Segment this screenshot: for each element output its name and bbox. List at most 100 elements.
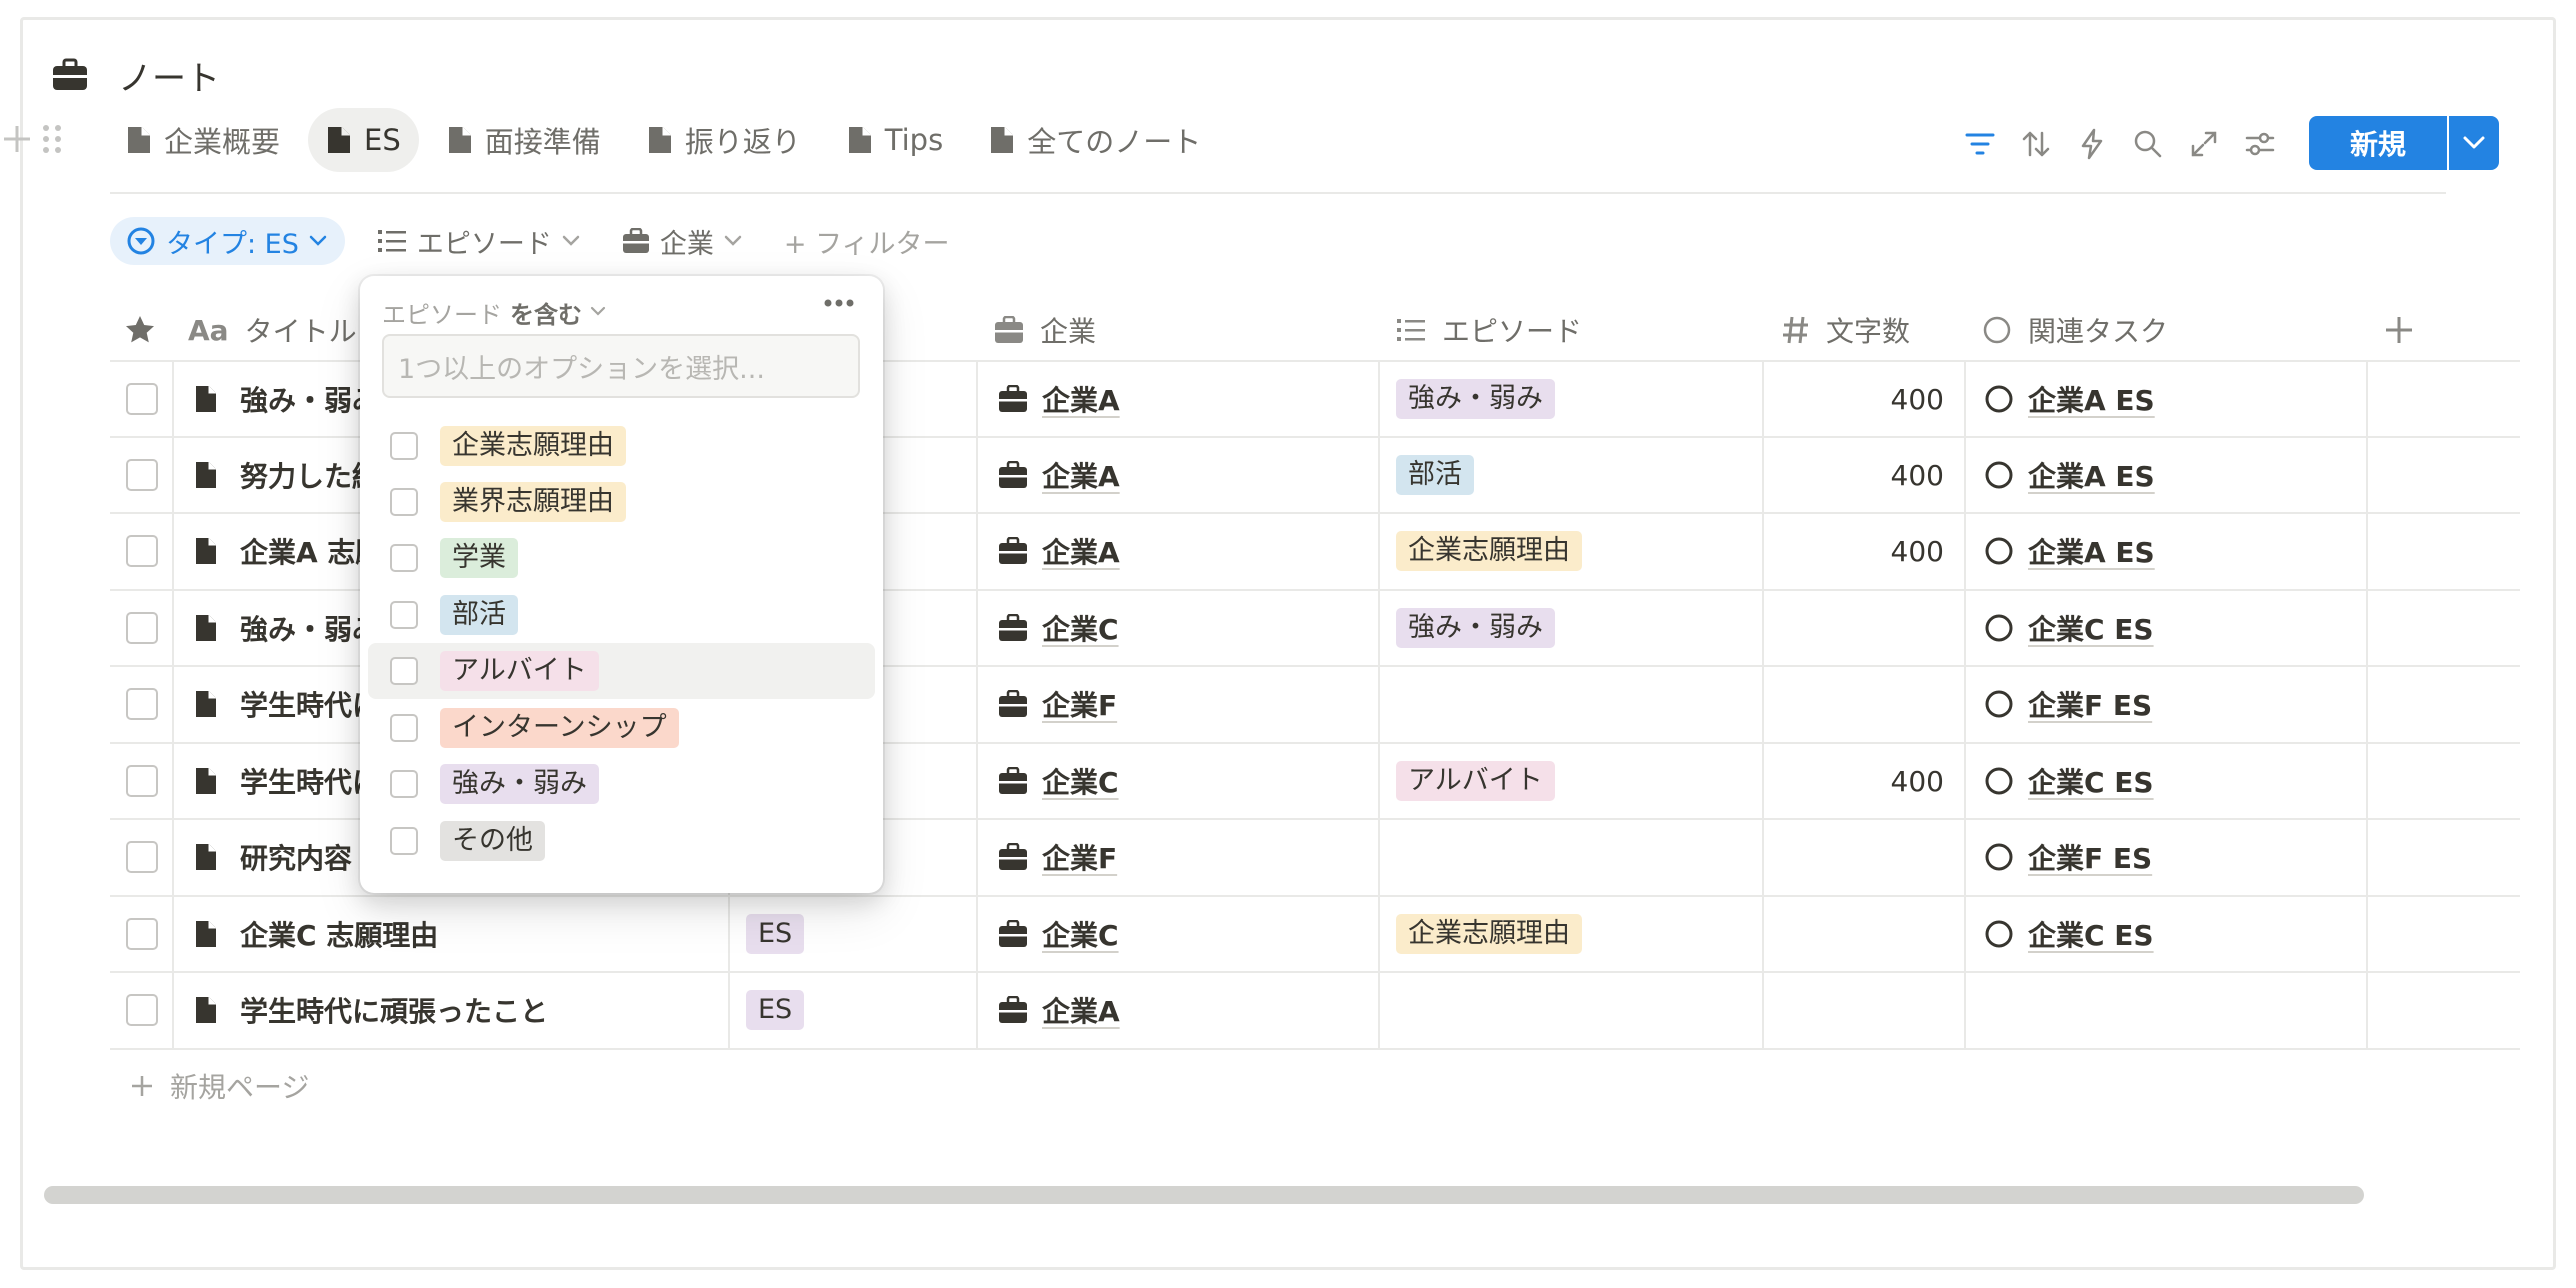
option-checkbox[interactable] xyxy=(390,714,418,742)
column-header-episode[interactable]: エピソード xyxy=(1396,300,1582,360)
company-link[interactable]: 企業A xyxy=(1042,455,1120,495)
column-header-task[interactable]: 関連タスク xyxy=(1982,300,2168,360)
row-type-cell[interactable]: ES xyxy=(746,972,805,1048)
option-item[interactable]: アルバイト xyxy=(368,643,875,699)
company-link[interactable]: 企業C xyxy=(1042,608,1119,648)
filter-chip-episode[interactable]: エピソード xyxy=(367,217,590,265)
option-checkbox[interactable] xyxy=(390,657,418,685)
tab-reflection[interactable]: 振り返り xyxy=(629,108,819,172)
row-chars-cell[interactable]: 400 xyxy=(1764,437,1944,513)
filter-button[interactable] xyxy=(1962,126,1998,162)
row-task-cell[interactable]: 企業F ES xyxy=(1984,666,2152,742)
task-link[interactable]: 企業F ES xyxy=(2028,837,2152,877)
option-item[interactable]: その他 xyxy=(368,813,875,869)
row-checkbox[interactable] xyxy=(126,612,158,644)
add-filter-button[interactable]: + フィルター xyxy=(774,217,960,265)
search-button[interactable] xyxy=(2130,126,2166,162)
expand-button[interactable] xyxy=(2186,126,2222,162)
option-checkbox[interactable] xyxy=(390,827,418,855)
row-episode-cell[interactable]: 強み・弱み xyxy=(1396,590,1555,666)
row-title-cell[interactable]: 学生時代に頑張ったこと xyxy=(194,972,548,1048)
row-episode-cell[interactable]: アルバイト xyxy=(1396,743,1555,819)
view-settings-button[interactable] xyxy=(2242,126,2278,162)
row-chars-cell[interactable]: 400 xyxy=(1764,361,1944,437)
row-title-cell[interactable]: 強み・弱み xyxy=(194,361,380,437)
row-company-cell[interactable]: 企業C xyxy=(998,743,1119,819)
row-task-cell[interactable]: 企業A ES xyxy=(1984,513,2155,589)
row-episode-cell[interactable]: 企業志願理由 xyxy=(1396,896,1582,972)
row-checkbox[interactable] xyxy=(126,765,158,797)
row-checkbox[interactable] xyxy=(126,459,158,491)
row-episode-cell[interactable]: 部活 xyxy=(1396,437,1474,513)
column-header-favorite[interactable] xyxy=(124,300,156,360)
row-episode-cell[interactable]: 強み・弱み xyxy=(1396,361,1555,437)
row-title-cell[interactable]: 努力した経 xyxy=(194,437,380,513)
row-checkbox[interactable] xyxy=(126,535,158,567)
row-title-cell[interactable]: 企業C 志願理由 xyxy=(194,896,438,972)
plus-icon[interactable] xyxy=(0,122,34,156)
company-link[interactable]: 企業A xyxy=(1042,990,1120,1030)
row-title-cell[interactable]: 企業A 志願 xyxy=(194,513,383,589)
column-header-company[interactable]: 企業 xyxy=(994,300,1096,360)
option-checkbox[interactable] xyxy=(390,601,418,629)
row-chars-cell[interactable]: 400 xyxy=(1764,513,1944,589)
add-property-button[interactable] xyxy=(2384,300,2414,360)
option-search-input[interactable]: 1つ以上のオプションを選択... xyxy=(382,334,860,398)
company-link[interactable]: 企業F xyxy=(1042,684,1117,724)
row-title-cell[interactable]: 学生時代に xyxy=(194,666,380,742)
tab-tips[interactable]: Tips xyxy=(829,108,961,172)
option-item[interactable]: 企業志願理由 xyxy=(368,418,875,474)
row-company-cell[interactable]: 企業F xyxy=(998,819,1117,895)
tab-company-overview[interactable]: 企業概要 xyxy=(108,108,298,172)
column-header-chars[interactable]: 文字数 xyxy=(1782,300,1910,360)
filter-condition[interactable]: エピソード を含む xyxy=(382,292,606,332)
row-chars-cell[interactable]: 400 xyxy=(1764,743,1944,819)
row-task-cell[interactable]: 企業F ES xyxy=(1984,819,2152,895)
task-link[interactable]: 企業C ES xyxy=(2028,914,2154,954)
row-task-cell[interactable]: 企業C ES xyxy=(1984,590,2154,666)
task-link[interactable]: 企業C ES xyxy=(2028,761,2154,801)
row-episode-cell[interactable]: 企業志願理由 xyxy=(1396,513,1582,589)
company-link[interactable]: 企業C xyxy=(1042,761,1119,801)
row-company-cell[interactable]: 企業A xyxy=(998,513,1120,589)
row-company-cell[interactable]: 企業F xyxy=(998,666,1117,742)
more-options-button[interactable] xyxy=(823,298,855,308)
row-task-cell[interactable]: 企業C ES xyxy=(1984,743,2154,819)
row-checkbox[interactable] xyxy=(126,918,158,950)
column-header-title[interactable]: Aa タイトル xyxy=(188,300,357,360)
option-checkbox[interactable] xyxy=(390,544,418,572)
option-item[interactable]: インターンシップ xyxy=(368,700,875,756)
row-task-cell[interactable]: 企業C ES xyxy=(1984,896,2154,972)
company-link[interactable]: 企業F xyxy=(1042,837,1117,877)
option-item[interactable]: 業界志願理由 xyxy=(368,474,875,530)
row-task-cell[interactable]: 企業A ES xyxy=(1984,361,2155,437)
filter-chip-type[interactable]: タイプ: ES xyxy=(110,217,345,265)
tab-es[interactable]: ES xyxy=(308,108,419,172)
horizontal-scrollbar[interactable] xyxy=(44,1186,2364,1204)
tab-all-notes[interactable]: 全てのノート xyxy=(971,108,1219,172)
option-checkbox[interactable] xyxy=(390,488,418,516)
row-company-cell[interactable]: 企業A xyxy=(998,972,1120,1048)
sort-button[interactable] xyxy=(2018,126,2054,162)
company-link[interactable]: 企業A xyxy=(1042,379,1120,419)
row-company-cell[interactable]: 企業C xyxy=(998,590,1119,666)
row-checkbox[interactable] xyxy=(126,383,158,415)
option-checkbox[interactable] xyxy=(390,432,418,460)
task-link[interactable]: 企業A ES xyxy=(2028,531,2155,571)
option-checkbox[interactable] xyxy=(390,770,418,798)
filter-chip-company[interactable]: 企業 xyxy=(612,217,752,265)
row-title-cell[interactable]: 強み・弱み xyxy=(194,590,380,666)
row-title-cell[interactable]: 研究内容 xyxy=(194,819,352,895)
company-link[interactable]: 企業C xyxy=(1042,914,1119,954)
row-checkbox[interactable] xyxy=(126,688,158,720)
automation-button[interactable] xyxy=(2074,126,2110,162)
option-item[interactable]: 強み・弱み xyxy=(368,756,875,812)
task-link[interactable]: 企業A ES xyxy=(2028,455,2155,495)
option-item[interactable]: 学業 xyxy=(368,530,875,586)
row-title-cell[interactable]: 学生時代に xyxy=(194,743,380,819)
option-item[interactable]: 部活 xyxy=(368,587,875,643)
row-company-cell[interactable]: 企業A xyxy=(998,361,1120,437)
database-title[interactable]: ノート xyxy=(52,50,220,100)
new-page-button[interactable]: 新規ページ xyxy=(130,1064,309,1108)
task-link[interactable]: 企業C ES xyxy=(2028,608,2154,648)
